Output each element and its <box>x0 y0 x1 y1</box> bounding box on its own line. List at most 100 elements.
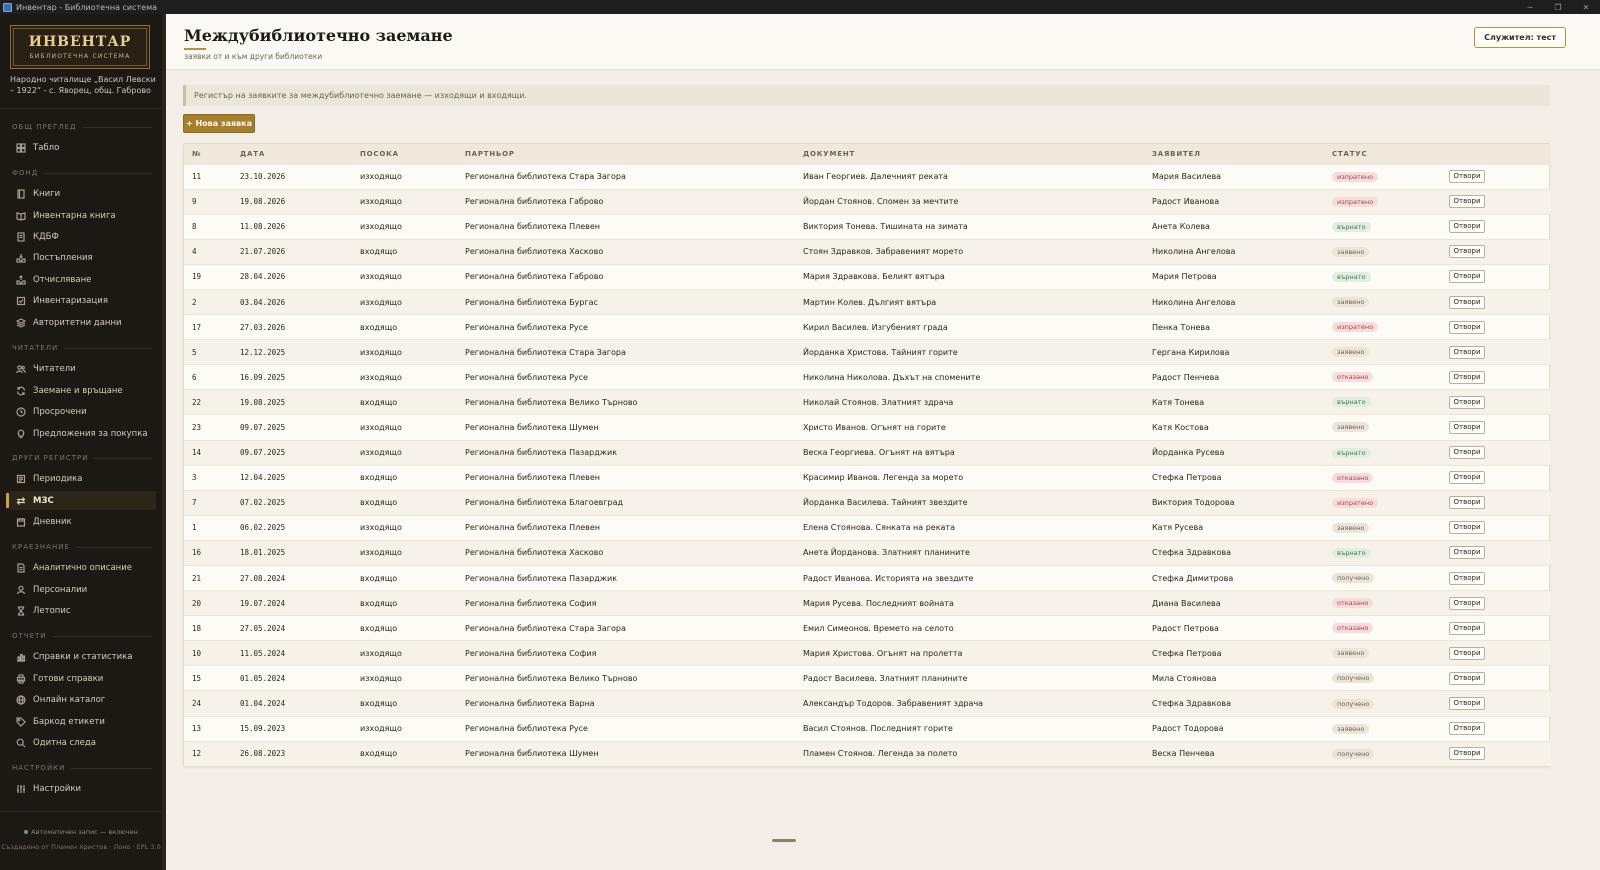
sidebar-item-analytic[interactable]: Аналитично описание <box>6 558 156 577</box>
table-row[interactable]: 24 01.04.2024 входящо Регионална библиотека… <box>184 690 1551 717</box>
open-button[interactable]: Отвори <box>1449 596 1485 610</box>
section-local: КРАЕЗНАНИЕ <box>12 543 152 551</box>
table-row[interactable]: 15 01.05.2024 изходящо Регионална библиотек… <box>184 665 1551 691</box>
open-button[interactable]: Отвори <box>1449 295 1485 309</box>
table-row[interactable]: 11 23.10.2026 изходящо Регионална библиотек… <box>184 164 1551 189</box>
open-button[interactable]: Отвори <box>1449 270 1485 284</box>
open-button[interactable]: Отвори <box>1449 446 1485 460</box>
cell-partner: Регионална библиотека Габрово <box>465 197 604 207</box>
sidebar-item-dashboard[interactable]: Табло <box>6 138 156 157</box>
table-row[interactable]: 14 09.07.2025 изходящо Регионална библиотек… <box>184 440 1551 466</box>
table-row[interactable]: 5 12.12.2025 изходящо Регионална библиотека… <box>184 339 1551 365</box>
open-button[interactable]: Отвори <box>1449 671 1485 685</box>
table-row[interactable]: 22 19.08.2025 входящо Регионална библиотека… <box>184 389 1551 415</box>
sidebar-item-receipts[interactable]: Постъпления <box>6 248 156 267</box>
status-badge: изпратено <box>1332 322 1379 333</box>
cell-requester: Радост Иванова <box>1152 197 1220 207</box>
close-icon[interactable]: ✕ <box>1572 0 1600 14</box>
open-button[interactable]: Отвори <box>1449 170 1485 184</box>
current-user-button[interactable]: Служител: тест <box>1474 27 1566 48</box>
sidebar-item-kdbf[interactable]: КДБФ <box>6 227 156 246</box>
sidebar-item-suggestions[interactable]: Предложения за покупка <box>6 424 156 443</box>
users-icon <box>16 364 26 374</box>
table-row[interactable]: 10 11.05.2024 изходящо Регионална библиотек… <box>184 640 1551 666</box>
sidebar-item-settings[interactable]: Настройки <box>6 779 156 798</box>
sidebar-item-overdue[interactable]: Просрочени <box>6 402 156 421</box>
column-header-direction[interactable]: ПОСОКА <box>352 144 457 164</box>
table-row[interactable]: 9 19.08.2026 изходящо Регионална библиотека… <box>184 189 1551 215</box>
open-button[interactable]: Отвори <box>1449 646 1485 660</box>
table-row[interactable]: 2 03.04.2026 изходящо Регионална библиотека… <box>184 289 1551 315</box>
cell-requester: Анета Колева <box>1152 222 1210 232</box>
table-row[interactable]: 18 27.05.2024 входящо Регионална библиотека… <box>184 615 1551 641</box>
open-button[interactable]: Отвори <box>1449 722 1485 736</box>
open-button[interactable]: Отвори <box>1449 621 1485 635</box>
cell-actions: Отвори <box>1441 490 1551 515</box>
table-row[interactable]: 1 06.02.2025 изходящо Регионална библиотека… <box>184 515 1551 540</box>
minimize-icon[interactable]: ─ <box>1516 0 1544 14</box>
sidebar-item-persons[interactable]: Персоналии <box>6 580 156 599</box>
column-header-date[interactable]: ДАТА <box>232 144 352 164</box>
open-button[interactable]: Отвори <box>1449 546 1485 560</box>
column-header-status[interactable]: СТАТУС <box>1324 144 1441 164</box>
sidebar-item-readers[interactable]: Читатели <box>6 359 156 378</box>
open-button[interactable]: Отвори <box>1449 420 1485 434</box>
open-button[interactable]: Отвори <box>1449 747 1485 761</box>
column-header-requester[interactable]: ЗАЯВИТЕЛ <box>1144 144 1324 164</box>
sidebar-item-ready-reports[interactable]: Готови справки <box>6 669 156 688</box>
ledger-icon <box>16 231 26 242</box>
column-header-partner[interactable]: ПАРТНЬОР <box>457 144 795 164</box>
column-header-document[interactable]: ДОКУМЕНТ <box>795 144 1144 164</box>
open-button[interactable]: Отвори <box>1449 245 1485 259</box>
open-button[interactable]: Отвори <box>1449 220 1485 234</box>
table-row[interactable]: 20 19.07.2024 входящо Регионална библиотека… <box>184 590 1551 616</box>
table-row[interactable]: 7 07.02.2025 входящо Регионална библиотека … <box>184 490 1551 516</box>
table-row[interactable]: 6 16.09.2025 изходящо Регионална библиотека… <box>184 364 1551 390</box>
maximize-icon[interactable]: ❐ <box>1544 0 1572 14</box>
sidebar-item-barcode[interactable]: Баркод етикети <box>6 712 156 731</box>
cell-status: изпратено <box>1324 189 1441 214</box>
status-badge: отказано <box>1332 598 1374 609</box>
open-button[interactable]: Отвори <box>1449 496 1485 510</box>
open-button[interactable]: Отвори <box>1449 697 1485 711</box>
sidebar-item-stats[interactable]: Справки и статистика <box>6 647 156 666</box>
new-request-button[interactable]: + Нова заявка <box>183 114 255 133</box>
sidebar-item-books[interactable]: Книги <box>6 184 156 203</box>
open-button[interactable]: Отвори <box>1449 370 1485 384</box>
table-row[interactable]: 3 12.04.2025 входящо Регионална библиотека … <box>184 465 1551 490</box>
table-row[interactable]: 13 15.09.2023 изходящо Регионална библиотек… <box>184 716 1551 741</box>
sidebar-item-authority[interactable]: Авторитетни данни <box>6 313 156 332</box>
sidebar-item-diary[interactable]: Дневник <box>6 512 156 531</box>
open-button[interactable]: Отвори <box>1449 521 1485 535</box>
table-row[interactable]: 12 26.08.2023 входящо Регионална библиотека… <box>184 741 1551 767</box>
open-button[interactable]: Отвори <box>1449 395 1485 409</box>
cell-requester: Мила Стоянова <box>1152 673 1217 683</box>
table-row[interactable]: 21 27.08.2024 входящо Регионална библиотека… <box>184 565 1551 591</box>
table-row[interactable]: 19 28.04.2026 изходящо Регионална библиотек… <box>184 264 1551 289</box>
column-header-number[interactable]: № <box>184 144 232 164</box>
cell-partner: Регионална библиотека Бургас <box>465 297 598 307</box>
sidebar-item-periodicals[interactable]: Периодика <box>6 469 156 488</box>
table-row[interactable]: 4 21.07.2026 входящо Регионална библиотека … <box>184 239 1551 265</box>
table-row[interactable]: 17 27.03.2026 входящо Регионална библиотека… <box>184 314 1551 340</box>
table-row[interactable]: 23 09.07.2025 изходящо Регионална библиотек… <box>184 414 1551 440</box>
cell-document: Мартин Колев. Дългият вятъра <box>803 297 937 307</box>
sidebar-item-audit[interactable]: Одитна следа <box>6 733 156 752</box>
sidebar-item-catalog[interactable]: Онлайн каталог <box>6 690 156 709</box>
open-button[interactable]: Отвори <box>1449 345 1485 359</box>
sidebar-item-writeoff[interactable]: Отчисляване <box>6 270 156 289</box>
open-button[interactable]: Отвори <box>1449 320 1485 334</box>
sidebar-item-chronicle[interactable]: Летопис <box>6 601 156 620</box>
table-row[interactable]: 8 11.08.2026 изходящо Регионална библиотека… <box>184 214 1551 239</box>
open-button[interactable]: Отвори <box>1449 571 1485 585</box>
open-button[interactable]: Отвори <box>1449 471 1485 485</box>
sidebar-item-label: Одитна следа <box>33 737 96 748</box>
sidebar-item-inventarization[interactable]: Инвентаризация <box>6 291 156 310</box>
sidebar-item-loans[interactable]: Заемане и връщане <box>6 381 156 400</box>
sidebar-item-ill[interactable]: МЗС <box>6 491 156 510</box>
open-button[interactable]: Отвори <box>1449 195 1485 209</box>
sidebar-item-inventory-book[interactable]: Инвентарна книга <box>6 206 156 225</box>
sidebar: ИНВЕНТАР БИБЛИОТЕЧНА СИСТЕМА Народно чит… <box>0 14 166 870</box>
table-row[interactable]: 16 18.01.2025 изходящо Регионална библиотек… <box>184 540 1551 566</box>
scroll-handle[interactable] <box>772 839 796 842</box>
